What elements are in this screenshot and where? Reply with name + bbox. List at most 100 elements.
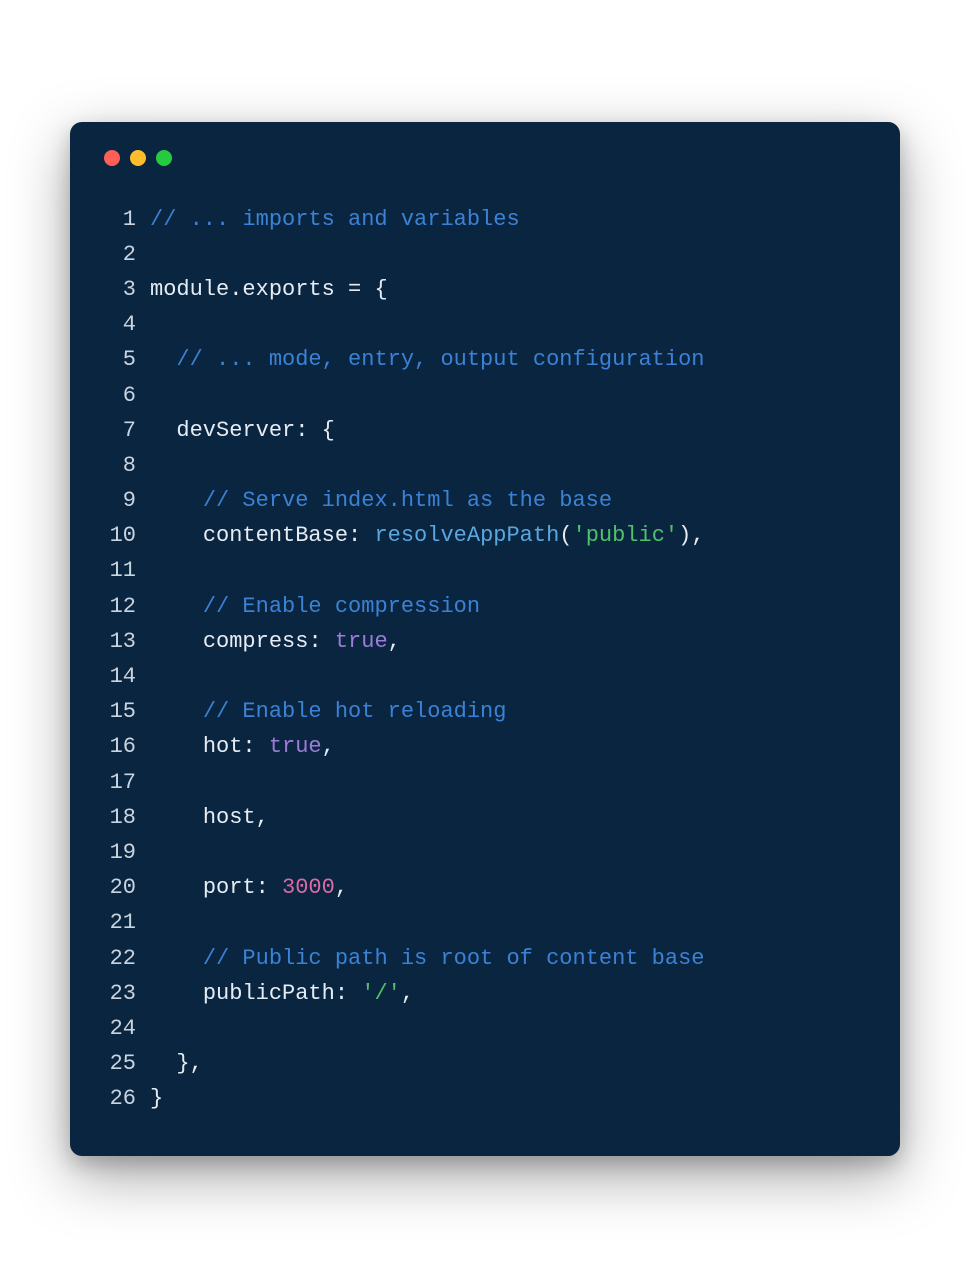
code-token: ), — [678, 523, 704, 548]
code-token: // Serve index.html as the base — [203, 488, 612, 513]
code-token — [150, 418, 176, 443]
line-content: // ... mode, entry, output configuration — [150, 342, 705, 377]
minimize-icon[interactable] — [130, 150, 146, 166]
line-number: 1 — [102, 202, 150, 237]
code-token: } — [150, 1086, 163, 1111]
code-line: 8 — [102, 448, 868, 483]
code-line: 21 — [102, 905, 868, 940]
line-content: // Public path is root of content base — [150, 941, 705, 976]
code-token — [150, 875, 203, 900]
code-token: : — [256, 875, 282, 900]
code-token: contentBase — [203, 523, 348, 548]
code-token: publicPath — [203, 981, 335, 1006]
code-line: 9 // Serve index.html as the base — [102, 483, 868, 518]
line-number: 8 — [102, 448, 150, 483]
code-token: : — [242, 734, 268, 759]
line-number: 9 — [102, 483, 150, 518]
code-token — [150, 734, 203, 759]
code-line: 18 host, — [102, 800, 868, 835]
code-window: 1// ... imports and variables23module.ex… — [70, 122, 900, 1157]
code-line: 19 — [102, 835, 868, 870]
code-token — [150, 1051, 176, 1076]
code-line: 4 — [102, 307, 868, 342]
line-content: compress: true, — [150, 624, 401, 659]
code-token: : — [308, 629, 334, 654]
code-token: , — [256, 805, 269, 830]
code-line: 24 — [102, 1011, 868, 1046]
code-token: port — [203, 875, 256, 900]
code-token — [150, 594, 203, 619]
code-token: , — [322, 734, 335, 759]
code-line: 22 // Public path is root of content bas… — [102, 941, 868, 976]
code-line: 23 publicPath: '/', — [102, 976, 868, 1011]
line-number: 21 — [102, 905, 150, 940]
code-line: 2 — [102, 237, 868, 272]
line-number: 14 — [102, 659, 150, 694]
line-number: 12 — [102, 589, 150, 624]
line-number: 2 — [102, 237, 150, 272]
code-line: 10 contentBase: resolveAppPath('public')… — [102, 518, 868, 553]
code-token: resolveAppPath — [374, 523, 559, 548]
code-token — [150, 946, 203, 971]
code-token — [150, 488, 203, 513]
line-number: 13 — [102, 624, 150, 659]
code-token: module — [150, 277, 229, 302]
line-number: 11 — [102, 553, 150, 588]
code-token: . — [229, 277, 242, 302]
line-content: // ... imports and variables — [150, 202, 520, 237]
line-number: 10 — [102, 518, 150, 553]
code-token: exports — [242, 277, 334, 302]
code-line: 7 devServer: { — [102, 413, 868, 448]
code-line: 11 — [102, 553, 868, 588]
line-content: devServer: { — [150, 413, 335, 448]
code-line: 20 port: 3000, — [102, 870, 868, 905]
line-content: port: 3000, — [150, 870, 348, 905]
code-token: : { — [295, 418, 335, 443]
code-token — [150, 523, 203, 548]
code-token — [150, 699, 203, 724]
line-content: // Enable compression — [150, 589, 480, 624]
code-token: // ... mode, entry, output configuration — [176, 347, 704, 372]
line-number: 24 — [102, 1011, 150, 1046]
code-line: 13 compress: true, — [102, 624, 868, 659]
line-number: 15 — [102, 694, 150, 729]
line-content: host, — [150, 800, 269, 835]
line-number: 25 — [102, 1046, 150, 1081]
code-token: compress — [203, 629, 309, 654]
maximize-icon[interactable] — [156, 150, 172, 166]
line-content: contentBase: resolveAppPath('public'), — [150, 518, 705, 553]
code-line: 14 — [102, 659, 868, 694]
line-content: module.exports = { — [150, 272, 388, 307]
code-line: 12 // Enable compression — [102, 589, 868, 624]
code-line: 1// ... imports and variables — [102, 202, 868, 237]
window-titlebar — [102, 150, 868, 166]
code-token: , — [388, 629, 401, 654]
line-number: 4 — [102, 307, 150, 342]
code-token: devServer — [176, 418, 295, 443]
code-token: hot — [203, 734, 243, 759]
line-number: 26 — [102, 1081, 150, 1116]
line-number: 16 — [102, 729, 150, 764]
line-number: 7 — [102, 413, 150, 448]
line-content: publicPath: '/', — [150, 976, 414, 1011]
code-token: = { — [335, 277, 388, 302]
line-content: }, — [150, 1046, 203, 1081]
code-token: // Public path is root of content base — [203, 946, 705, 971]
code-line: 16 hot: true, — [102, 729, 868, 764]
code-token: // Enable hot reloading — [203, 699, 507, 724]
line-number: 17 — [102, 765, 150, 800]
code-token — [150, 981, 203, 1006]
code-block: 1// ... imports and variables23module.ex… — [102, 202, 868, 1117]
code-line: 6 — [102, 378, 868, 413]
line-number: 19 — [102, 835, 150, 870]
code-token: // Enable compression — [203, 594, 480, 619]
line-number: 5 — [102, 342, 150, 377]
code-token: : — [335, 981, 361, 1006]
code-token: '/' — [361, 981, 401, 1006]
code-line: 15 // Enable hot reloading — [102, 694, 868, 729]
code-token: true — [269, 734, 322, 759]
line-content: } — [150, 1081, 163, 1116]
code-token — [150, 347, 176, 372]
code-line: 17 — [102, 765, 868, 800]
close-icon[interactable] — [104, 150, 120, 166]
